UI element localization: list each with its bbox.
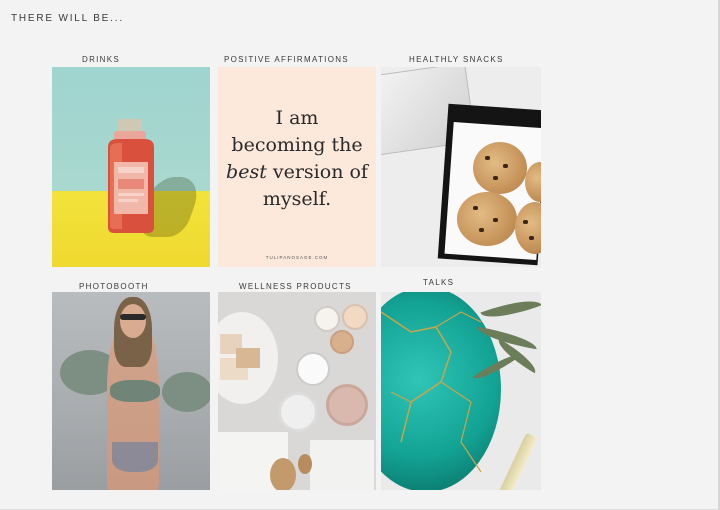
jar-icon bbox=[314, 306, 340, 332]
label-wellness-products: WELLNESS PRODUCTS bbox=[239, 282, 352, 291]
affirmation-line-3-rest: version of bbox=[266, 161, 368, 183]
label-drinks: DRINKS bbox=[82, 55, 121, 64]
towel bbox=[310, 440, 374, 490]
section-heading: THERE WILL BE... bbox=[11, 13, 124, 24]
drinks-image bbox=[52, 67, 210, 267]
model-face bbox=[120, 304, 146, 338]
affirmation-line-2: becoming the bbox=[231, 134, 363, 156]
cookie-icon bbox=[457, 192, 517, 246]
jar-icon bbox=[342, 304, 368, 330]
affirmation-line-1: I am bbox=[275, 107, 319, 129]
photobooth-image bbox=[52, 292, 210, 490]
bowl-icon bbox=[326, 384, 368, 426]
ruffle-sleeve bbox=[162, 372, 210, 412]
affirmation-line-3: best version of bbox=[218, 159, 376, 186]
juice-bottle-icon bbox=[108, 119, 154, 233]
bikini-bottom bbox=[112, 442, 158, 472]
jar-icon bbox=[296, 352, 330, 386]
sunglasses-icon bbox=[120, 314, 146, 320]
wooden-spoon-icon bbox=[298, 454, 312, 474]
wellness-products-image bbox=[218, 292, 376, 490]
affirmation-card: I am becoming the best version of myself… bbox=[218, 67, 376, 267]
affirmation-emphasis: best bbox=[226, 161, 267, 183]
soap-bar-icon bbox=[236, 348, 260, 368]
cookie-icon bbox=[473, 142, 527, 194]
wooden-brush-icon bbox=[270, 458, 296, 490]
affirmation-credit: TULIPANOSAGE.COM bbox=[265, 255, 329, 260]
bowl-icon bbox=[278, 392, 318, 432]
affirmation-text: I am becoming the best version of myself… bbox=[218, 105, 376, 213]
label-positive-affirmations: POSITIVE AFFIRMATIONS bbox=[224, 55, 349, 64]
bikini-top bbox=[110, 380, 160, 402]
healthy-snacks-image bbox=[381, 67, 541, 267]
label-photobooth: PHOTOBOOTH bbox=[79, 282, 149, 291]
jar-icon bbox=[330, 330, 354, 354]
affirmation-line-4: myself. bbox=[262, 188, 332, 210]
talks-image bbox=[381, 292, 541, 490]
label-healthly-snacks: HEALTHLY SNACKS bbox=[409, 55, 504, 64]
label-talks: TALKS bbox=[423, 278, 455, 287]
